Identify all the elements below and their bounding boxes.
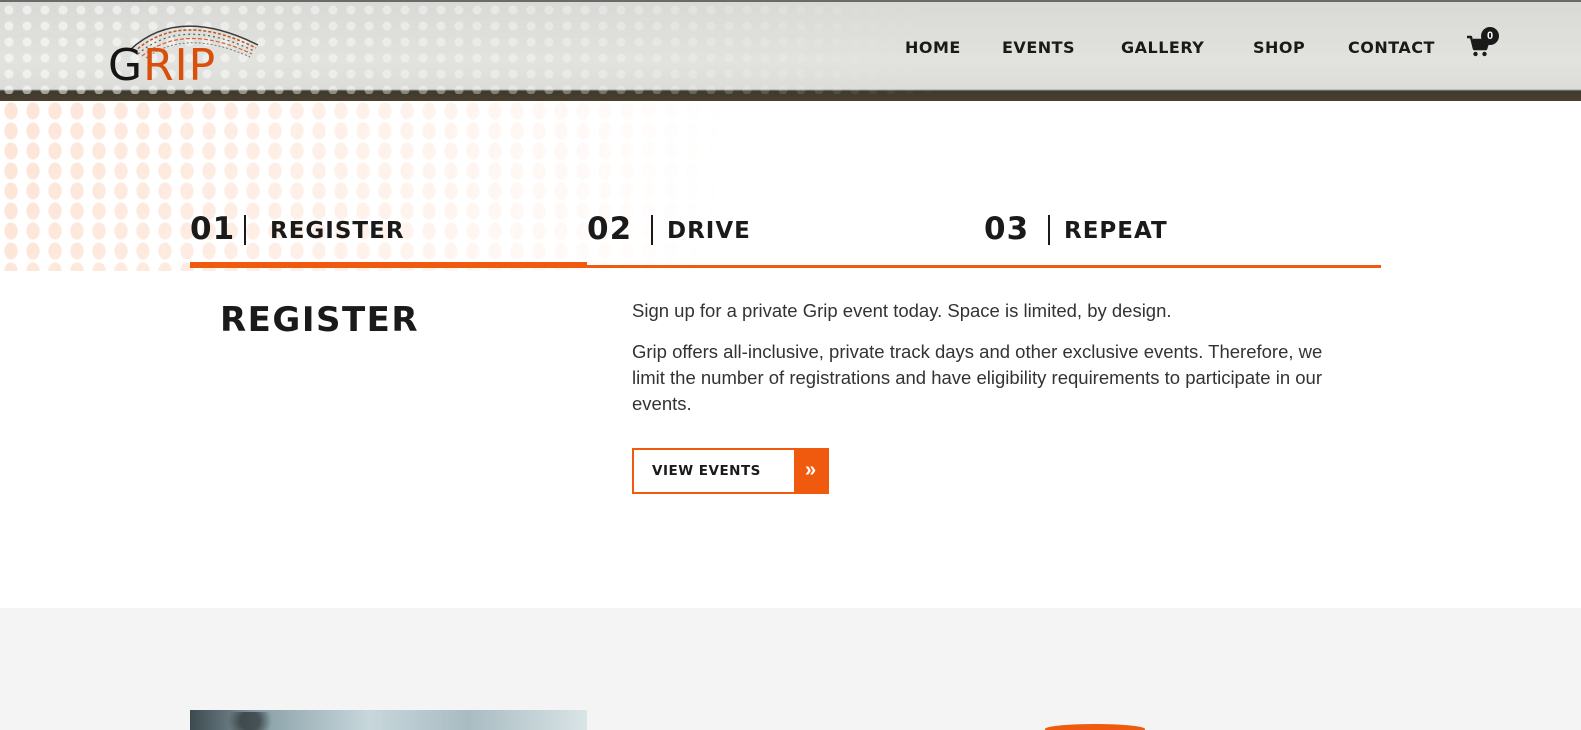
tab-label: REGISTER bbox=[270, 218, 405, 244]
orange-decoration bbox=[1045, 724, 1145, 730]
nav-home[interactable]: HOME bbox=[905, 38, 961, 57]
tab-label: DRIVE bbox=[667, 218, 751, 244]
tab-label: REPEAT bbox=[1064, 218, 1168, 244]
tab-number: 03 bbox=[984, 211, 1030, 247]
tab-register[interactable]: 01 REGISTER bbox=[190, 205, 587, 265]
button-label: VIEW EVENTS bbox=[652, 463, 761, 479]
view-events-button[interactable]: VIEW EVENTS » bbox=[632, 448, 829, 494]
tab-number: 01 bbox=[190, 211, 236, 247]
panel-body-text: Grip offers all-inclusive, private track… bbox=[632, 341, 1323, 414]
tab-number: 02 bbox=[587, 211, 633, 247]
site-header: GRIP HOME EVENTS GALLERY SHOP CONTACT 0 bbox=[0, 0, 1581, 101]
tab-divider bbox=[651, 215, 653, 245]
tab-divider bbox=[1048, 215, 1050, 245]
cart-count-badge: 0 bbox=[1481, 27, 1499, 45]
active-tab-indicator bbox=[190, 262, 587, 268]
panel-title: REGISTER bbox=[220, 300, 420, 340]
double-chevron-right-icon: » bbox=[794, 450, 827, 492]
section-photo bbox=[190, 710, 587, 730]
logo[interactable]: GRIP bbox=[108, 10, 268, 90]
nav-events[interactable]: EVENTS bbox=[1002, 38, 1075, 57]
nav-shop[interactable]: SHOP bbox=[1253, 38, 1305, 57]
nav-contact[interactable]: CONTACT bbox=[1348, 38, 1435, 57]
tab-drive[interactable]: 02 DRIVE bbox=[587, 205, 984, 265]
logo-wordmark: GRIP bbox=[108, 40, 217, 91]
panel-intro-text: Sign up for a private Grip event today. … bbox=[632, 300, 1172, 321]
tab-divider bbox=[244, 215, 246, 245]
steps-tabs: 01 REGISTER 02 DRIVE 03 REPEAT bbox=[190, 205, 1381, 270]
tab-repeat[interactable]: 03 REPEAT bbox=[984, 205, 1381, 265]
nav-gallery[interactable]: GALLERY bbox=[1121, 38, 1204, 57]
